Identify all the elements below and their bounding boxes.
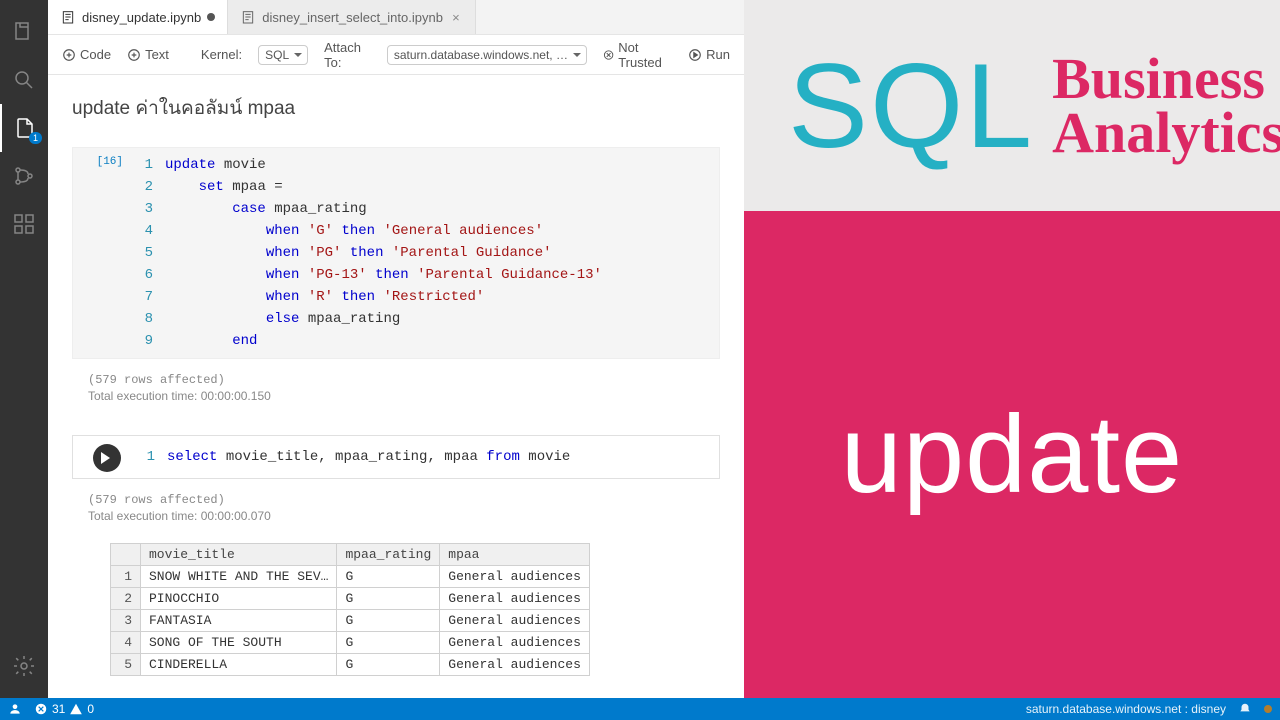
table-row[interactable]: 3FANTASIAGGeneral audiences — [111, 610, 590, 632]
overlay-graphic: SQL Business Analytics update — [744, 0, 1280, 698]
editor-area: disney_update.ipynbdisney_insert_select_… — [48, 0, 744, 698]
tab-disney_insert_select_into.ipynb[interactable]: disney_insert_select_into.ipynb× — [228, 0, 476, 34]
kernel-select[interactable]: SQL — [258, 45, 308, 65]
status-notification-icon[interactable] — [1238, 702, 1252, 716]
extensions-icon[interactable] — [0, 200, 48, 248]
cell2-exec-time: Total execution time: 00:00:00.070 — [62, 509, 730, 537]
tab-disney_update.ipynb[interactable]: disney_update.ipynb — [48, 0, 228, 34]
cell2-rows-affected: (579 rows affected) — [62, 487, 730, 509]
table-row[interactable]: 2PINOCCHIOGGeneral audiences — [111, 588, 590, 610]
table-row[interactable]: 1SNOW WHITE AND THE SEV…GGeneral audienc… — [111, 566, 590, 588]
run-cell-button[interactable] — [93, 444, 121, 472]
kernel-label: Kernel: — [201, 47, 242, 62]
close-icon[interactable]: × — [449, 10, 463, 24]
cell1-rows-affected: (579 rows affected) — [62, 367, 730, 389]
status-indicator-dot — [1264, 705, 1272, 713]
attach-label: Attach To: — [324, 40, 371, 70]
code-cell-1[interactable]: [16] 1update movie2 set mpaa =3 case mpa… — [72, 147, 720, 359]
table-row[interactable]: 4SONG OF THE SOUTHGGeneral audiences — [111, 632, 590, 654]
markdown-heading: update ค่าในคอลัมน์ mpaa — [62, 75, 730, 147]
cell1-exec-time: Total execution time: 00:00:00.150 — [62, 389, 730, 417]
add-code-button[interactable]: Code — [62, 47, 111, 62]
explorer-badge: 1 — [29, 132, 42, 144]
code-cell-2[interactable]: 1select movie_title, mpaa_rating, mpaa f… — [72, 435, 720, 479]
dirty-indicator-icon — [207, 13, 215, 21]
explorer-icon[interactable] — [0, 8, 48, 56]
overlay-analytics-text: Analytics — [1052, 106, 1280, 159]
notebook-body: update ค่าในคอลัมน์ mpaa [16] 1update mo… — [48, 75, 744, 698]
overlay-sql-text: SQL — [788, 52, 1034, 160]
run-button[interactable]: Run — [688, 47, 730, 62]
result-table: movie_titlempaa_ratingmpaa 1SNOW WHITE A… — [110, 543, 590, 676]
status-problems[interactable]: 31 0 — [34, 702, 94, 716]
tab-bar: disney_update.ipynbdisney_insert_select_… — [48, 0, 744, 35]
notebook-explorer-icon[interactable]: 1 — [0, 104, 48, 152]
attach-select[interactable]: saturn.database.windows.net, … — [387, 45, 587, 65]
search-icon[interactable] — [0, 56, 48, 104]
table-row[interactable]: 5CINDERELLAGGeneral audiences — [111, 654, 590, 676]
settings-gear-icon[interactable] — [0, 642, 48, 690]
overlay-business-text: Business — [1052, 52, 1280, 105]
status-account-icon[interactable] — [8, 702, 22, 716]
add-text-button[interactable]: Text — [127, 47, 169, 62]
overlay-update-text: update — [841, 391, 1183, 518]
exec-count: [16] — [73, 148, 129, 176]
source-control-icon[interactable] — [0, 152, 48, 200]
notebook-toolbar: Code Text Kernel: SQL Attach To: saturn.… — [48, 35, 744, 75]
status-connection[interactable]: saturn.database.windows.net : disney — [1026, 702, 1226, 716]
trust-button[interactable]: Not Trusted — [603, 40, 672, 70]
activity-bar: 1 — [0, 0, 48, 698]
status-bar: 31 0 saturn.database.windows.net : disne… — [0, 698, 1280, 720]
